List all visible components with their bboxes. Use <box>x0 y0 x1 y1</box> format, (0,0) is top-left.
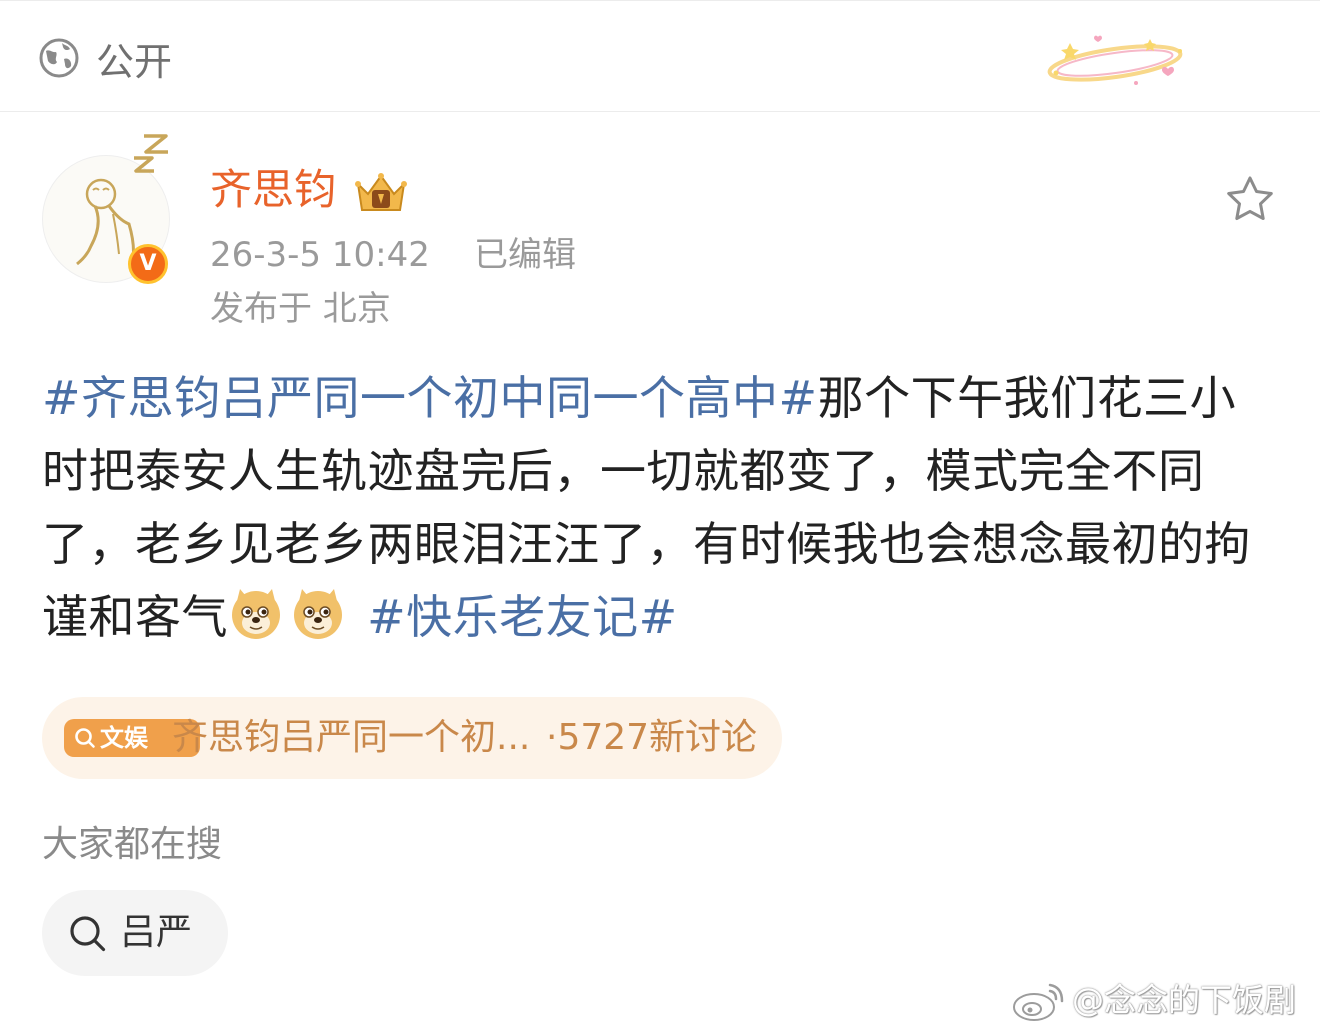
topic-pill[interactable]: 文娱 齐思钧吕严同一个初... ·5727新讨论 <box>42 697 782 779</box>
watermark-text: @念念的下饭剧 <box>1072 981 1297 1019</box>
globe-icon <box>39 38 79 78</box>
topic-discussion-count: ·5727新讨论 <box>546 717 758 758</box>
search-icon <box>70 916 106 952</box>
search-chip-label: 吕严 <box>120 912 193 953</box>
visibility-bar: 公开 <box>0 0 1320 112</box>
search-icon <box>75 728 95 748</box>
search-chip[interactable]: 吕严 <box>42 890 228 976</box>
doge-emoji <box>232 589 280 639</box>
post-time: 26-3-5 10:42 <box>210 235 430 275</box>
search-heading: 大家都在搜 <box>42 824 223 865</box>
doge-emoji <box>294 589 342 639</box>
edited-label[interactable]: 已编辑 <box>474 234 576 276</box>
author-name[interactable]: 齐思钧 <box>210 164 336 216</box>
sparkle-ring-decoration <box>1047 35 1183 85</box>
hashtag-link[interactable]: #快乐老友记# <box>367 590 678 644</box>
star-icon[interactable] <box>1224 174 1276 226</box>
post-body: #齐思钧吕严同一个初中同一个高中#那个下午我们花三小时把泰安人生轨迹盘完后，一切… <box>42 362 1282 654</box>
verified-badge: V <box>128 244 168 284</box>
post-location: 发布于 北京 <box>210 289 391 329</box>
watermark: @念念的下饭剧 <box>1010 975 1310 1025</box>
topic-category-label: 文娱 <box>100 724 148 752</box>
topic-title: 齐思钧吕严同一个初... <box>172 717 531 758</box>
crown-badge-icon[interactable] <box>352 170 410 214</box>
zzz-icon <box>134 134 168 173</box>
weibo-logo-icon <box>1013 983 1064 1021</box>
visibility-label: 公开 <box>96 40 173 84</box>
hashtag-link[interactable]: #齐思钧吕严同一个初中同一个高中# <box>42 371 818 425</box>
weibo-post-page: 公开 V 齐思钧 26-3-5 10:42 已编辑 发布于 北京 #齐思钧吕严同… <box>0 0 1320 1030</box>
